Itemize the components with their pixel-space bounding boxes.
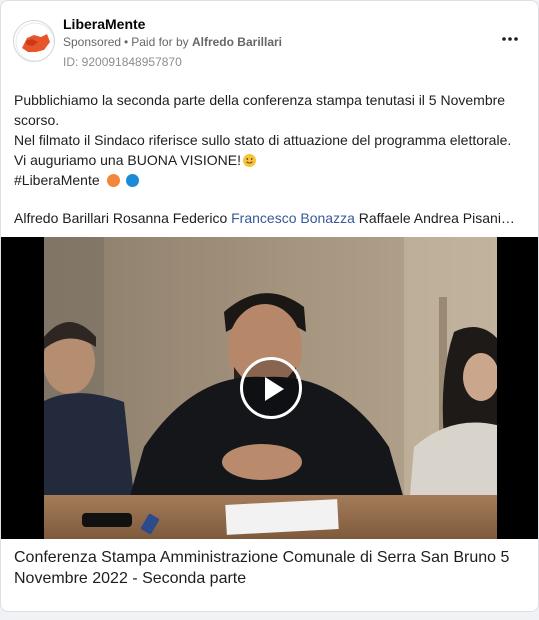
post-header: LiberaMente Sponsored • Paid for by Alfred…: [1, 1, 538, 79]
tagged-person[interactable]: Rosanna Federico: [113, 210, 227, 226]
caption-line: Conferenza Stampa Amministrazione Comuna…: [14, 549, 510, 566]
paid-for-label: Paid for by: [131, 35, 189, 49]
ad-id: ID: 920091848957870: [63, 55, 182, 69]
orange-circle-emoji-icon: [106, 174, 120, 187]
tagged-people: Alfredo Barillari Rosanna Federico Franc…: [14, 210, 526, 226]
page-name[interactable]: LiberaMente: [63, 16, 145, 32]
post-text: Pubblichiamo la seconda parte della conf…: [14, 90, 526, 190]
page-logo: [14, 21, 54, 61]
tagged-person[interactable]: Raffaele Andrea Pisani…: [359, 210, 515, 226]
sponsored-line: Sponsored • Paid for by Alfredo Barillari: [63, 35, 282, 49]
tagged-person-link[interactable]: Francesco Bonazza: [231, 210, 355, 226]
blue-circle-emoji-icon: [126, 174, 140, 187]
play-button[interactable]: [240, 357, 302, 419]
video-caption[interactable]: Conferenza Stampa Amministrazione Comuna…: [14, 547, 529, 589]
hashtag-link[interactable]: #LiberaMente: [14, 172, 100, 188]
post-text-line: Vi auguriamo una BUONA VISIONE!: [14, 150, 526, 170]
page-avatar[interactable]: [13, 20, 55, 62]
post-text-line: Nel filmato il Sindaco riferisce sullo s…: [14, 132, 512, 148]
sponsored-label: Sponsored: [63, 35, 122, 49]
post-text-line: #LiberaMente: [14, 170, 526, 190]
smile-emoji-icon: [242, 154, 256, 167]
funder-name[interactable]: Alfredo Barillari: [192, 35, 282, 49]
more-options-button[interactable]: [498, 29, 522, 49]
more-horizontal-icon: [502, 37, 518, 41]
post-text-line: scorso.: [14, 112, 60, 128]
ad-card: LiberaMente Sponsored • Paid for by Alfred…: [0, 0, 539, 612]
caption-line: Novembre 2022 - Seconda parte: [14, 570, 247, 587]
post-text-line: Pubblichiamo la seconda parte della conf…: [14, 92, 506, 108]
post-text-segment: Vi auguriamo una BUONA VISIONE!: [14, 152, 241, 168]
tagged-person[interactable]: Alfredo Barillari: [14, 210, 109, 226]
play-icon: [265, 377, 284, 401]
